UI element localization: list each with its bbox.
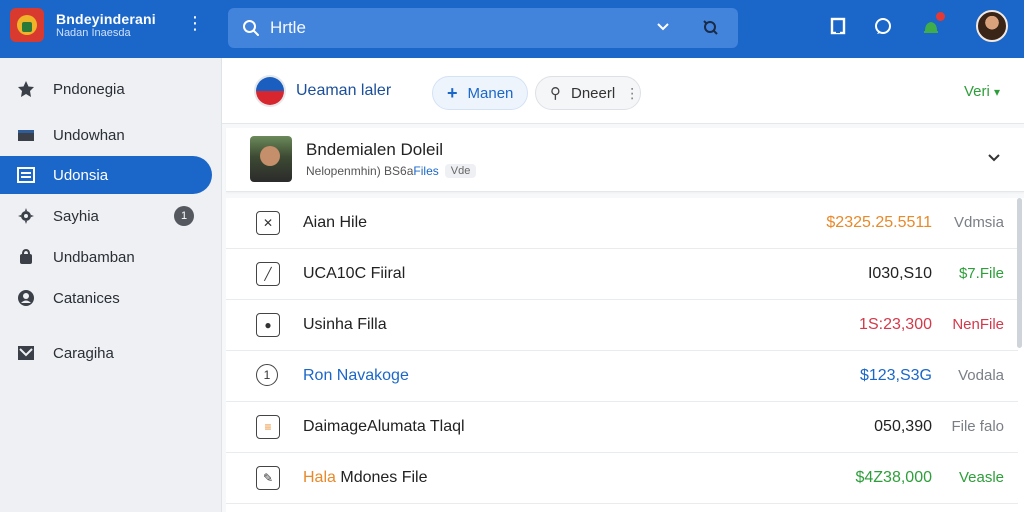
sidebar-item-label: Sayhia — [53, 207, 99, 225]
file-name: Usinha Filla — [303, 316, 387, 333]
brand-logo — [10, 8, 44, 42]
chevron-down-icon[interactable] — [656, 20, 670, 34]
info-subtitle-text: Nelopenmhin) BS6a — [306, 164, 414, 178]
file-icon: ● — [256, 313, 280, 337]
list-icon — [15, 164, 37, 186]
image-icon — [15, 342, 37, 364]
file-status: Vdmsia — [953, 214, 1004, 231]
search-icon — [243, 20, 259, 36]
file-amount: $4Z38,000 — [855, 469, 932, 486]
bag-icon — [15, 246, 37, 268]
file-amount: I030,S10 — [867, 265, 932, 282]
sidebar-item-label: Caragiha — [53, 344, 114, 362]
circle-icon: 1 — [256, 364, 278, 386]
person-icon — [15, 287, 37, 309]
add-button[interactable]: + Manen — [432, 76, 528, 110]
brand-text: Bndeyinderani Nadan Inaesda — [56, 11, 156, 40]
file-status: $7.File — [958, 265, 1004, 282]
info-title: Bndemialen Doleil — [306, 140, 444, 159]
search-chip-label: Dneerl — [571, 84, 616, 102]
filter-icon[interactable] — [702, 19, 720, 37]
sidebar-item-label: Catanices — [53, 289, 120, 307]
info-thumbnail — [250, 136, 292, 182]
list-item[interactable]: ● Usinha Filla 1S:23,300 NenFile — [226, 300, 1018, 351]
brand-subtitle: Nadan Inaesda — [56, 26, 131, 39]
file-status: NenFile — [952, 316, 1004, 333]
user-avatar[interactable] — [976, 10, 1008, 42]
file-name: Ron Navakoge — [303, 367, 409, 384]
file-name: Hala Mdones File — [303, 469, 428, 487]
sidebar-item-pndonegia[interactable]: Pndonegia — [0, 70, 212, 108]
info-card[interactable]: Bndemialen Doleil Nelopenmhin) BS6a File… — [226, 128, 1024, 192]
sidebar-item-caragiha[interactable]: Caragiha — [0, 334, 212, 372]
file-name-prefix: Hala — [303, 469, 336, 486]
bookmark-icon[interactable] — [827, 15, 849, 37]
notifications-icon[interactable] — [920, 12, 945, 37]
view-dropdown[interactable]: Veri ▾ — [964, 83, 1000, 100]
scrollbar[interactable] — [1017, 198, 1022, 348]
file-status: Vodala — [958, 367, 1004, 384]
sidebar-item-label: Undowhan — [53, 126, 125, 144]
plus-icon: + — [447, 82, 458, 103]
notification-badge — [936, 12, 945, 21]
info-tag: Vde — [444, 164, 477, 178]
chat-icon[interactable] — [872, 15, 894, 37]
folder-icon — [15, 124, 37, 146]
search-input[interactable] — [270, 16, 650, 40]
brand[interactable]: Bndeyinderani Nadan Inaesda — [10, 8, 156, 42]
file-name: Aian Hile — [303, 214, 368, 231]
note-icon: ≡ — [256, 415, 280, 439]
search-icon: ⚲ — [550, 85, 561, 102]
file-name-text: Mdones File — [340, 469, 428, 486]
sidebar: Pndonegia Undowhan Udonsia Sayhia 1 Undb… — [0, 58, 222, 512]
toolbar: Ueaman laler + Manen ⚲ Dneerl ⋮ Veri ▾ — [222, 58, 1024, 124]
list-item[interactable]: 1 Ron Navakoge $123,S3G Vodala — [226, 351, 1018, 402]
list-item[interactable]: ✎ Hala Mdones File $4Z38,000 Veasle — [226, 453, 1018, 504]
file-name: UCA10C Fiiral — [303, 265, 406, 282]
list-item[interactable]: ╱ UCA10C Fiiral I030,S10 $7.File — [226, 249, 1018, 300]
more-options-icon[interactable]: ⋮ — [625, 85, 639, 102]
sidebar-item-label: Undbamban — [53, 248, 135, 266]
list-item[interactable]: ≡ DaimageAlumata Tlaql 050,390 File falo — [226, 402, 1018, 453]
edit-box-icon: ╱ — [256, 262, 280, 286]
info-files-link[interactable]: Files — [413, 164, 438, 178]
file-status: Veasle — [958, 469, 1004, 486]
file-status: File falo — [951, 418, 1004, 435]
sidebar-item-sayhia[interactable]: Sayhia 1 — [0, 197, 212, 235]
sidebar-item-catanices[interactable]: Catanices — [0, 279, 212, 317]
add-button-label: Manen — [467, 84, 514, 102]
sidebar-item-label: Udonsia — [53, 166, 109, 184]
x-box-icon: ✕ — [256, 211, 280, 235]
sidebar-count-badge: 1 — [174, 206, 194, 226]
file-amount: 050,390 — [874, 418, 932, 435]
more-options-icon[interactable]: ⋮ — [186, 14, 204, 32]
search-chip-button[interactable]: ⚲ Dneerl ⋮ — [535, 76, 641, 110]
file-amount: 1S:23,300 — [859, 316, 932, 333]
view-dropdown-label: Veri — [963, 83, 990, 100]
brand-title: Bndeyinderani — [56, 10, 156, 27]
info-subtitle: Nelopenmhin) BS6a Files Vde — [306, 164, 477, 178]
gear-icon — [15, 205, 37, 227]
main-content: Ueaman laler + Manen ⚲ Dneerl ⋮ Veri ▾ B… — [222, 58, 1024, 512]
sidebar-item-udonsia[interactable]: Udonsia — [0, 156, 212, 194]
list-item[interactable]: ✕ Aian Hile $2325.25.5511 Vdmsia — [226, 198, 1018, 249]
app-logo-icon — [254, 75, 286, 107]
sidebar-item-undbamban[interactable]: Undbamban — [0, 238, 212, 276]
file-name: DaimageAlumata Tlaql — [303, 418, 465, 435]
sidebar-item-undowhan[interactable]: Undowhan — [0, 116, 212, 154]
file-list: ✕ Aian Hile $2325.25.5511 Vdmsia ╱ UCA10… — [226, 198, 1024, 512]
toolbar-title: Ueaman laler — [296, 82, 392, 99]
search-bar — [228, 8, 738, 48]
star-icon — [15, 78, 37, 100]
sidebar-item-label: Pndonegia — [53, 80, 125, 98]
file-amount: $2325.25.5511 — [826, 214, 932, 231]
chevron-down-icon[interactable] — [986, 150, 1002, 166]
pen-box-icon: ✎ — [256, 466, 280, 490]
top-app-bar: Bndeyinderani Nadan Inaesda ⋮ — [0, 0, 1024, 58]
chevron-down-icon: ▾ — [993, 85, 1000, 99]
file-amount: $123,S3G — [859, 367, 932, 384]
